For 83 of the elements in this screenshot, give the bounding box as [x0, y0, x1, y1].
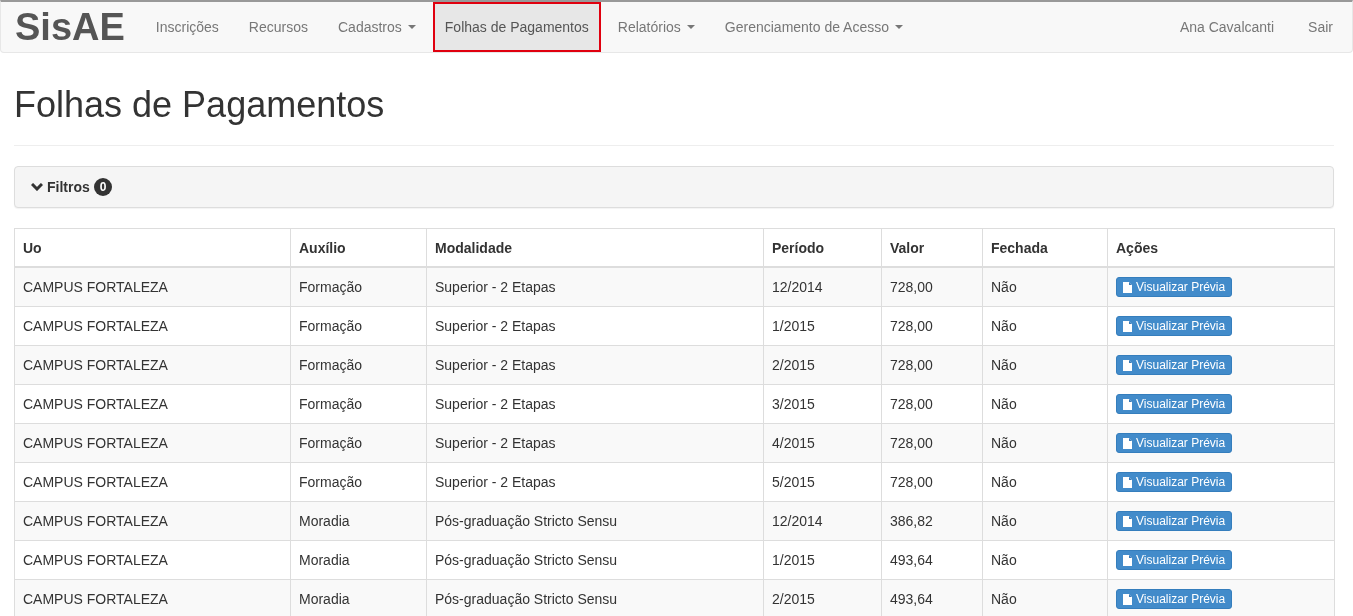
- filter-toggle[interactable]: Filtros 0: [31, 178, 113, 196]
- preview-button[interactable]: Visualizar Prévia: [1116, 550, 1233, 570]
- file-icon: [1123, 515, 1132, 527]
- table-cell: CAMPUS FORTALEZA: [14, 306, 291, 346]
- file-icon: [1123, 320, 1132, 332]
- table-cell: CAMPUS FORTALEZA: [14, 540, 291, 580]
- file-icon: [1123, 437, 1132, 449]
- file-icon: [1123, 476, 1132, 488]
- nav-link[interactable]: Relatórios: [602, 2, 710, 52]
- preview-button[interactable]: Visualizar Prévia: [1116, 472, 1233, 492]
- file-icon: [1123, 554, 1132, 566]
- table-cell: CAMPUS FORTALEZA: [14, 579, 291, 616]
- table-cell: Moradia: [290, 501, 427, 541]
- preview-button[interactable]: Visualizar Prévia: [1116, 511, 1233, 531]
- table-cell: Não: [982, 462, 1108, 502]
- table-cell: 386,82: [881, 501, 983, 541]
- table-cell: Superior - 2 Etapas: [426, 267, 764, 307]
- table-cell: Superior - 2 Etapas: [426, 384, 764, 424]
- table-cell: Não: [982, 345, 1108, 385]
- table-cell: CAMPUS FORTALEZA: [14, 345, 291, 385]
- nav-link[interactable]: Sair: [1293, 2, 1348, 52]
- nav-link[interactable]: Folhas de Pagamentos: [432, 2, 601, 52]
- table-cell: CAMPUS FORTALEZA: [14, 423, 291, 463]
- preview-button[interactable]: Visualizar Prévia: [1116, 277, 1233, 297]
- table-cell: 728,00: [881, 423, 983, 463]
- table-cell: Não: [982, 540, 1108, 580]
- file-icon: [1123, 359, 1132, 371]
- table-cell: Moradia: [290, 540, 427, 580]
- table-cell: 1/2015: [763, 306, 882, 346]
- table-cell: 1/2015: [763, 540, 882, 580]
- table-cell: Formação: [290, 462, 427, 502]
- nav-link[interactable]: Gerenciamento de Acesso: [709, 2, 919, 52]
- table-cell: Formação: [290, 345, 427, 385]
- table-cell: Superior - 2 Etapas: [426, 423, 764, 463]
- nav-link[interactable]: Inscrições: [140, 2, 234, 52]
- preview-button[interactable]: Visualizar Prévia: [1116, 316, 1233, 336]
- table-cell: Superior - 2 Etapas: [426, 306, 764, 346]
- table-cell: Superior - 2 Etapas: [426, 462, 764, 502]
- preview-button[interactable]: Visualizar Prévia: [1116, 355, 1233, 375]
- table-cell: 728,00: [881, 462, 983, 502]
- table-cell: CAMPUS FORTALEZA: [14, 501, 291, 541]
- count-badge: 0: [93, 178, 113, 196]
- preview-button[interactable]: Visualizar Prévia: [1116, 433, 1233, 453]
- caret-icon: [895, 25, 904, 29]
- caret-icon: [407, 25, 416, 29]
- brand-logo[interactable]: SisAE: [15, 8, 125, 46]
- table-cell: Formação: [290, 423, 427, 463]
- table-cell: 12/2014: [763, 501, 882, 541]
- preview-button[interactable]: Visualizar Prévia: [1116, 589, 1233, 609]
- file-icon: [1123, 593, 1132, 605]
- nav-link[interactable]: Recursos: [233, 2, 323, 52]
- table-cell: Pós-graduação Stricto Sensu: [426, 501, 764, 541]
- table-cell: Pós-graduação Stricto Sensu: [426, 540, 764, 580]
- table-cell: Não: [982, 501, 1108, 541]
- table-cell: Formação: [290, 267, 427, 307]
- preview-button[interactable]: Visualizar Prévia: [1116, 394, 1233, 414]
- file-icon: [1123, 281, 1132, 293]
- nav-link[interactable]: Ana Cavalcanti: [1164, 2, 1290, 52]
- table-cell: Formação: [290, 384, 427, 424]
- table-cell: 12/2014: [763, 267, 882, 307]
- table-cell: 728,00: [881, 345, 983, 385]
- table-cell: Não: [982, 306, 1108, 346]
- table-cell: Não: [982, 267, 1108, 307]
- table-cell: Não: [982, 423, 1108, 463]
- table-cell: 4/2015: [763, 423, 882, 463]
- page-title: Folhas de Pagamentos: [14, 83, 385, 127]
- caret-icon: [686, 25, 695, 29]
- table-cell: CAMPUS FORTALEZA: [14, 384, 291, 424]
- table-cell: Não: [982, 384, 1108, 424]
- chevron-icon: [31, 183, 43, 191]
- table-cell: 728,00: [881, 267, 983, 307]
- table-cell: 3/2015: [763, 384, 882, 424]
- table-cell: 728,00: [881, 384, 983, 424]
- table-cell: 2/2015: [763, 345, 882, 385]
- table-cell: Superior - 2 Etapas: [426, 345, 764, 385]
- file-icon: [1123, 398, 1132, 410]
- table-cell: 728,00: [881, 306, 983, 346]
- nav-link[interactable]: Cadastros: [323, 2, 431, 52]
- table-cell: CAMPUS FORTALEZA: [14, 462, 291, 502]
- table-cell: CAMPUS FORTALEZA: [14, 267, 291, 307]
- table-cell: 493,64: [881, 540, 983, 580]
- table-cell: 5/2015: [763, 462, 882, 502]
- table-cell: Formação: [290, 306, 427, 346]
